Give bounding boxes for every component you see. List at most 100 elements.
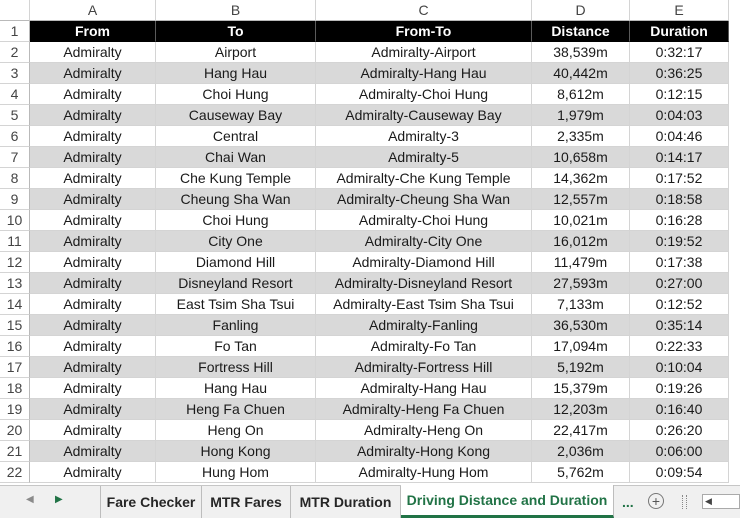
cell-duration[interactable]: 0:16:40 [630,399,729,420]
cell-distance[interactable]: 5,762m [532,462,630,483]
cell-duration[interactable]: 0:27:00 [630,273,729,294]
cell-to[interactable]: Causeway Bay [156,105,316,126]
cell-duration[interactable]: 0:19:52 [630,231,729,252]
column-header-d[interactable]: D [532,0,630,21]
row-header[interactable]: 2 [0,42,30,63]
cell-distance[interactable]: 16,012m [532,231,630,252]
row-header[interactable]: 15 [0,315,30,336]
cell-to[interactable]: Chai Wan [156,147,316,168]
horizontal-scrollbar[interactable]: ◀ [702,494,740,509]
row-header[interactable]: 17 [0,357,30,378]
cell-from-to[interactable]: Admiralty-Fo Tan [316,336,532,357]
cell-from-to[interactable]: Admiralty-Heng Fa Chuen [316,399,532,420]
cell-duration[interactable]: 0:12:52 [630,294,729,315]
cell-distance[interactable]: 15,379m [532,378,630,399]
cell-distance[interactable]: 5,192m [532,357,630,378]
cell-from[interactable]: Admiralty [30,294,156,315]
cell-from[interactable]: Admiralty [30,462,156,483]
cell-distance[interactable]: 12,557m [532,189,630,210]
cell-to[interactable]: Heng On [156,420,316,441]
row-header[interactable]: 10 [0,210,30,231]
header-cell-from[interactable]: From [30,21,156,42]
cell-distance[interactable]: 14,362m [532,168,630,189]
cell-from[interactable]: Admiralty [30,420,156,441]
cell-to[interactable]: Hong Kong [156,441,316,462]
cell-from-to[interactable]: Admiralty-Airport [316,42,532,63]
scroll-left-icon[interactable]: ◀ [705,496,712,507]
header-cell-to[interactable]: To [156,21,316,42]
cell-distance[interactable]: 2,036m [532,441,630,462]
cell-from[interactable]: Admiralty [30,231,156,252]
cell-from[interactable]: Admiralty [30,126,156,147]
cell-from[interactable]: Admiralty [30,336,156,357]
cell-distance[interactable]: 12,203m [532,399,630,420]
cell-from[interactable]: Admiralty [30,105,156,126]
cell-from-to[interactable]: Admiralty-Fortress Hill [316,357,532,378]
cell-from-to[interactable]: Admiralty-Hong Kong [316,441,532,462]
cell-duration[interactable]: 0:19:26 [630,378,729,399]
cell-to[interactable]: Heng Fa Chuen [156,399,316,420]
prev-sheet-icon[interactable]: ◀ [26,494,34,505]
cell-distance[interactable]: 17,094m [532,336,630,357]
spreadsheet-grid[interactable]: A B C D E 1 From To From-To Distance Dur… [0,0,740,485]
cell-duration[interactable]: 0:22:33 [630,336,729,357]
next-sheet-icon[interactable]: ▶ [55,494,63,505]
cell-duration[interactable]: 0:26:20 [630,420,729,441]
cell-from-to[interactable]: Admiralty-East Tsim Sha Tsui [316,294,532,315]
cell-duration[interactable]: 0:16:28 [630,210,729,231]
cell-from-to[interactable]: Admiralty-Heng On [316,420,532,441]
cell-from[interactable]: Admiralty [30,252,156,273]
cell-from[interactable]: Admiralty [30,357,156,378]
tab-mtr-fares[interactable]: MTR Fares [202,486,291,518]
row-header[interactable]: 1 [0,21,30,42]
cell-duration[interactable]: 0:14:17 [630,147,729,168]
cell-duration[interactable]: 0:04:03 [630,105,729,126]
tab-driving-distance-and-duration[interactable]: Driving Distance and Duration [401,485,614,518]
cell-distance[interactable]: 40,442m [532,63,630,84]
cell-to[interactable]: Fanling [156,315,316,336]
cell-from[interactable]: Admiralty [30,84,156,105]
cell-to[interactable]: Diamond Hill [156,252,316,273]
row-header[interactable]: 13 [0,273,30,294]
cell-to[interactable]: Choi Hung [156,84,316,105]
cell-duration[interactable]: 0:35:14 [630,315,729,336]
cell-from[interactable]: Admiralty [30,42,156,63]
cell-from[interactable]: Admiralty [30,378,156,399]
cell-distance[interactable]: 1,979m [532,105,630,126]
cell-to[interactable]: Central [156,126,316,147]
row-header[interactable]: 19 [0,399,30,420]
cell-to[interactable]: East Tsim Sha Tsui [156,294,316,315]
cell-to[interactable]: Fortress Hill [156,357,316,378]
tab-fare-checker[interactable]: Fare Checker [100,486,202,518]
cell-from-to[interactable]: Admiralty-Hung Hom [316,462,532,483]
cell-from-to[interactable]: Admiralty-Choi Hung [316,84,532,105]
row-header[interactable]: 9 [0,189,30,210]
cell-from[interactable]: Admiralty [30,168,156,189]
header-cell-from-to[interactable]: From-To [316,21,532,42]
row-header[interactable]: 14 [0,294,30,315]
column-header-b[interactable]: B [156,0,316,21]
cell-to[interactable]: Hang Hau [156,378,316,399]
row-header[interactable]: 21 [0,441,30,462]
cell-from-to[interactable]: Admiralty-Che Kung Temple [316,168,532,189]
cell-to[interactable]: Cheung Sha Wan [156,189,316,210]
tab-scroll-splitter[interactable] [682,495,687,509]
cell-to[interactable]: Hang Hau [156,63,316,84]
cell-from-to[interactable]: Admiralty-Hang Hau [316,63,532,84]
cell-distance[interactable]: 11,479m [532,252,630,273]
cell-duration[interactable]: 0:09:54 [630,462,729,483]
cell-from-to[interactable]: Admiralty-Diamond Hill [316,252,532,273]
tab-mtr-duration[interactable]: MTR Duration [291,486,401,518]
cell-from-to[interactable]: Admiralty-Disneyland Resort [316,273,532,294]
row-header[interactable]: 16 [0,336,30,357]
column-header-a[interactable]: A [30,0,156,21]
row-header[interactable]: 6 [0,126,30,147]
cell-to[interactable]: Fo Tan [156,336,316,357]
cell-distance[interactable]: 27,593m [532,273,630,294]
cell-to[interactable]: City One [156,231,316,252]
cell-distance[interactable]: 10,658m [532,147,630,168]
row-header[interactable]: 5 [0,105,30,126]
cell-distance[interactable]: 36,530m [532,315,630,336]
cell-to[interactable]: Choi Hung [156,210,316,231]
cell-distance[interactable]: 38,539m [532,42,630,63]
